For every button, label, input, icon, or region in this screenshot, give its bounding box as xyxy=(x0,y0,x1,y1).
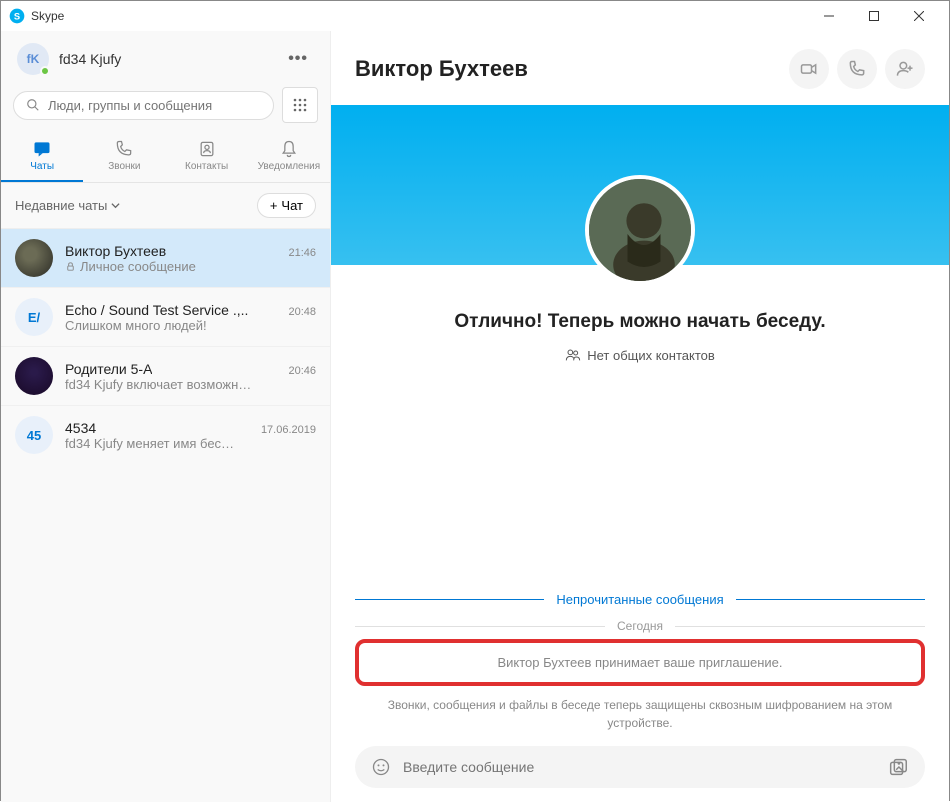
chat-avatar: 45 xyxy=(15,416,53,454)
close-button[interactable] xyxy=(896,1,941,31)
search-input-wrapper[interactable] xyxy=(13,91,274,120)
message-input[interactable] xyxy=(403,759,875,775)
message-composer[interactable] xyxy=(355,746,925,788)
chevron-down-icon xyxy=(111,201,120,210)
conversation-title: Виктор Бухтеев xyxy=(355,56,781,82)
tab-notifications[interactable]: Уведомления xyxy=(248,133,330,182)
phone-icon xyxy=(847,59,867,79)
intro-subtitle: Нет общих контактов xyxy=(355,347,925,363)
intro-section: Отлично! Теперь можно начать беседу. Нет… xyxy=(331,311,949,363)
status-dot xyxy=(40,66,50,76)
tabs: Чаты Звонки Контакты Уведомления xyxy=(1,133,330,183)
avatar: fK xyxy=(17,43,49,75)
dialpad-icon xyxy=(292,97,308,113)
conversation-header: Виктор Бухтеев xyxy=(331,31,949,105)
avatar-initials: fK xyxy=(27,52,40,66)
app-title: Skype xyxy=(31,9,806,23)
plus-icon: + xyxy=(270,198,278,213)
chat-item-4534[interactable]: 45 453417.06.2019 fd34 Kjufy меняет имя … xyxy=(1,405,330,464)
attachment-icon[interactable] xyxy=(887,756,909,778)
tab-contacts[interactable]: Контакты xyxy=(166,133,248,182)
video-icon xyxy=(799,59,819,79)
add-person-icon xyxy=(895,59,915,79)
chat-avatar xyxy=(15,239,53,277)
add-people-button[interactable] xyxy=(885,49,925,89)
lock-icon xyxy=(65,261,76,272)
titlebar: S Skype xyxy=(1,1,949,31)
phone-icon xyxy=(114,139,134,159)
chat-item-viktor[interactable]: Виктор Бухтеев21:46 Личное сообщение xyxy=(1,229,330,287)
conversation-body: Непрочитанные сообщения Сегодня Виктор Б… xyxy=(331,363,949,802)
more-icon[interactable]: ••• xyxy=(282,50,314,68)
audio-call-button[interactable] xyxy=(837,49,877,89)
sidebar: fK fd34 Kjufy ••• Чаты Звонки xyxy=(1,31,331,802)
profile-banner xyxy=(331,105,949,265)
chat-item-parents[interactable]: Родители 5-А20:46 fd34 Kjufy включает во… xyxy=(1,346,330,405)
chat-list: Виктор Бухтеев21:46 Личное сообщение E/ … xyxy=(1,229,330,802)
minimize-button[interactable] xyxy=(806,1,851,31)
profile-row[interactable]: fK fd34 Kjufy ••• xyxy=(1,31,330,87)
emoji-icon[interactable] xyxy=(371,757,391,777)
new-chat-button[interactable]: + Чат xyxy=(257,193,316,218)
profile-name: fd34 Kjufy xyxy=(59,51,272,67)
unread-divider: Непрочитанные сообщения xyxy=(355,592,925,607)
svg-text:S: S xyxy=(14,11,20,21)
invitation-accepted-message: Виктор Бухтеев принимает ваше приглашени… xyxy=(355,639,925,686)
chat-avatar: E/ xyxy=(15,298,53,336)
chat-avatar xyxy=(15,357,53,395)
people-icon xyxy=(565,347,581,363)
bell-icon xyxy=(279,139,299,159)
date-divider: Сегодня xyxy=(355,619,925,633)
tab-chats[interactable]: Чаты xyxy=(1,133,83,182)
encryption-note: Звонки, сообщения и файлы в беседе тепер… xyxy=(355,696,925,732)
search-input[interactable] xyxy=(48,98,261,113)
recents-row: Недавние чаты + Чат xyxy=(1,183,330,229)
skype-icon: S xyxy=(9,8,25,24)
search-icon xyxy=(26,98,40,112)
intro-title: Отлично! Теперь можно начать беседу. xyxy=(355,311,925,333)
contacts-icon xyxy=(197,139,217,159)
tab-calls[interactable]: Звонки xyxy=(83,133,165,182)
chat-item-echo[interactable]: E/ Echo / Sound Test Service .,..20:48 С… xyxy=(1,287,330,346)
recents-dropdown[interactable]: Недавние чаты xyxy=(15,198,120,213)
profile-avatar-large[interactable] xyxy=(585,175,695,285)
maximize-button[interactable] xyxy=(851,1,896,31)
video-call-button[interactable] xyxy=(789,49,829,89)
conversation-panel: Виктор Бухтеев Отлично! Теперь можно нач… xyxy=(331,31,949,802)
chat-icon xyxy=(32,139,52,159)
dialpad-button[interactable] xyxy=(282,87,318,123)
